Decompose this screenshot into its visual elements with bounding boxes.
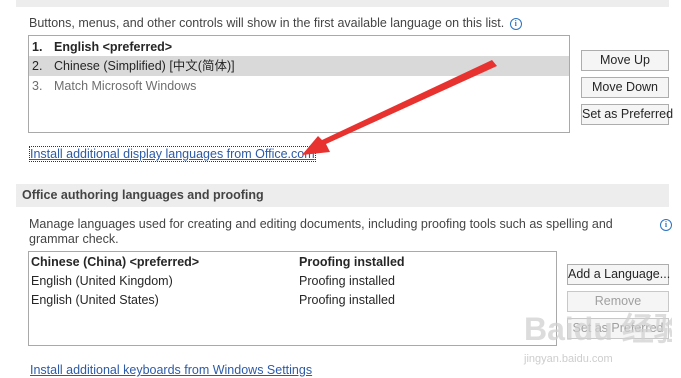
add-language-button[interactable]: Add a Language... (567, 264, 670, 285)
authoring-description: Manage languages used for creating and e… (29, 217, 613, 246)
move-up-button[interactable]: Move Up (581, 50, 669, 71)
display-language-item[interactable]: 3. Match Microsoft Windows (29, 76, 569, 96)
proofing-status: Proofing installed (299, 274, 395, 288)
display-language-list[interactable]: 1. English <preferred> 2. Chinese (Simpl… (28, 35, 570, 133)
set-display-preferred-button[interactable]: Set as Preferred (581, 104, 673, 125)
display-language-label: Chinese (Simplified) [中文(简体)] (54, 59, 235, 73)
move-down-button[interactable]: Move Down (581, 77, 669, 98)
authoring-language-row[interactable]: English (United States) Proofing install… (29, 291, 556, 310)
display-language-info-text: Buttons, menus, and other controls will … (29, 16, 505, 30)
info-icon[interactable]: i (509, 18, 522, 30)
remove-language-button[interactable]: Remove (567, 291, 669, 312)
proofing-status: Proofing installed (299, 293, 395, 307)
authoring-section-title: Office authoring languages and proofing (22, 188, 264, 202)
display-language-label: English <preferred> (54, 40, 173, 54)
watermark-subtext: jingyan.baidu.com (523, 353, 613, 365)
authoring-language-row[interactable]: English (United Kingdom) Proofing instal… (29, 272, 556, 291)
authoring-language-row[interactable]: Chinese (China) <preferred> Proofing ins… (29, 253, 556, 272)
display-language-number: 1. (32, 40, 43, 54)
install-keyboards-link[interactable]: Install additional keyboards from Window… (30, 363, 312, 377)
authoring-language-name: English (United Kingdom) (31, 274, 173, 288)
authoring-language-list[interactable]: Chinese (China) <preferred> Proofing ins… (28, 251, 557, 346)
display-language-number: 2. (32, 59, 43, 73)
display-language-item-selected[interactable]: 2. Chinese (Simplified) [中文(简体)] (29, 56, 569, 76)
display-language-number: 3. (32, 79, 43, 93)
authoring-section-header: Office authoring languages and proofing (16, 184, 669, 207)
authoring-language-name: English (United States) (31, 293, 159, 307)
display-language-label: Match Microsoft Windows (54, 79, 197, 93)
proofing-status: Proofing installed (299, 255, 405, 269)
set-authoring-preferred-button[interactable]: Set as Preferred (567, 318, 669, 339)
info-icon[interactable]: i (660, 219, 672, 231)
display-language-item[interactable]: 1. English <preferred> (29, 37, 569, 57)
display-language-info: Buttons, menus, and other controls will … (29, 16, 522, 30)
display-language-section-header (16, 0, 669, 7)
install-display-languages-link[interactable]: Install additional display languages fro… (29, 146, 316, 162)
authoring-language-name: Chinese (China) <preferred> (31, 255, 200, 269)
word-options-language-page: Buttons, menus, and other controls will … (0, 0, 681, 378)
